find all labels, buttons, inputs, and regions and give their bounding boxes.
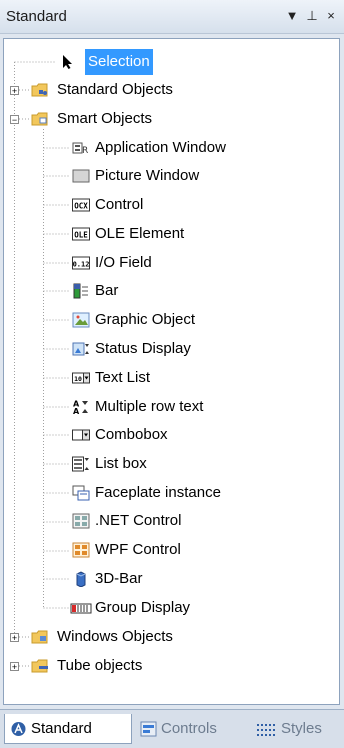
tree-node-label: 3D-Bar — [95, 570, 143, 587]
tree-node-windows-objects[interactable]: + Windows Objects — [4, 624, 334, 650]
tree-node-control[interactable]: OCX Control — [4, 192, 334, 218]
group-display-icon — [70, 603, 92, 614]
selection-arrow-icon — [63, 55, 72, 69]
svg-text:10: 10 — [74, 375, 82, 383]
tab-styles[interactable]: Styles — [252, 714, 342, 744]
tree-node-label: .NET Control — [95, 512, 182, 529]
tree-node-status-display[interactable]: Status Display — [4, 336, 334, 362]
svg-text:OLE: OLE — [74, 231, 88, 240]
tree-node-smart-objects[interactable]: − Smart Objects — [4, 106, 334, 132]
tab-label: Standard — [31, 720, 92, 737]
ole-element-icon: OLE — [72, 227, 90, 241]
tree-node-label: I/O Field — [95, 254, 152, 271]
close-button[interactable]: × — [322, 6, 340, 26]
toolbox-tab-strip: Standard Controls Styles — [0, 709, 344, 748]
tree-node-picture-window[interactable]: Picture Window — [4, 163, 334, 189]
windows-objects-folder-icon — [31, 630, 48, 644]
tree-node-io-field[interactable]: 0.12 I/O Field — [4, 250, 334, 276]
tree-node-net-control[interactable]: .NET Control — [4, 508, 334, 534]
tree-node-label: OLE Element — [95, 225, 185, 242]
tree-node-label: Combobox — [95, 426, 168, 443]
tree-node-label: Group Display — [95, 599, 191, 616]
expand-tube-objects-button[interactable]: + — [10, 662, 19, 672]
pin-button[interactable]: ⊥ — [303, 6, 321, 26]
tree-node-label: Picture Window — [95, 167, 200, 184]
tree-node-ole-element[interactable]: OLE OLE Element — [4, 221, 334, 247]
tree-node-standard-objects[interactable]: + Standard Objects — [4, 77, 334, 103]
smart-objects-folder-icon — [31, 112, 48, 126]
tree-node-tube-objects[interactable]: + Tube objects — [4, 653, 334, 679]
combobox-icon — [72, 429, 90, 441]
net-control-icon — [72, 513, 90, 529]
styles-tab-icon — [257, 724, 275, 736]
ocx-control-icon: OCX — [72, 198, 90, 212]
multiple-row-text-icon: A A — [73, 400, 88, 415]
tree-node-label: Windows Objects — [57, 628, 173, 645]
standard-objects-folder-icon — [31, 83, 48, 97]
tree-node-label: Faceplate instance — [95, 484, 221, 501]
tree-node-label: Selection — [85, 49, 153, 75]
tree-node-label: Control — [95, 196, 144, 213]
tree-node-label: Status Display — [95, 340, 191, 357]
tree-node-wpf-control[interactable]: WPF Control — [4, 537, 334, 563]
controls-tab-icon — [140, 721, 157, 737]
tree-node-graphic-object[interactable]: Graphic Object — [4, 307, 334, 333]
application-window-icon: R — [72, 142, 88, 156]
bar-icon — [73, 283, 88, 299]
tree-node-application-window[interactable]: R Application Window — [4, 135, 334, 161]
tab-label: Styles — [281, 720, 322, 737]
collapse-smart-objects-button[interactable]: − — [10, 115, 19, 125]
tube-objects-folder-icon — [31, 659, 48, 673]
svg-text:A: A — [73, 407, 80, 415]
picture-window-icon — [72, 169, 90, 183]
tab-standard[interactable]: Standard — [4, 714, 132, 744]
standard-tab-icon — [11, 722, 26, 736]
svg-text:OCX: OCX — [74, 202, 88, 211]
tree-node-list-box[interactable]: List box — [4, 451, 334, 477]
graphic-object-icon — [72, 312, 90, 328]
tree-node-text-list[interactable]: 10 Text List — [4, 365, 334, 391]
tree-node-label: Application Window — [95, 139, 226, 156]
expand-standard-objects-button[interactable]: + — [10, 86, 19, 96]
svg-text:R: R — [82, 146, 88, 156]
tree-node-3d-bar[interactable]: 3D-Bar — [4, 566, 334, 592]
object-tree-panel: Selection + Standard Objects − Smart Obj… — [3, 38, 340, 705]
3d-bar-icon — [76, 571, 86, 587]
expand-windows-objects-button[interactable]: + — [10, 633, 19, 643]
tree-node-bar[interactable]: Bar — [4, 278, 334, 304]
tree-node-label: Tube objects — [57, 657, 143, 674]
dropdown-menu-button[interactable]: ▼ — [283, 6, 301, 26]
panel-title: Standard — [6, 8, 67, 25]
tree-node-selection[interactable]: Selection — [4, 49, 334, 75]
text-list-icon: 10 — [72, 372, 90, 384]
faceplate-instance-icon — [72, 485, 90, 501]
tree-node-label: WPF Control — [95, 541, 181, 558]
tree-node-combobox[interactable]: Combobox — [4, 422, 334, 448]
io-field-icon: 0.12 — [72, 256, 90, 270]
tree-node-label: List box — [95, 455, 147, 472]
tree-node-label: Multiple row text — [95, 398, 204, 415]
svg-text:0.12: 0.12 — [73, 261, 90, 269]
tree-node-group-display[interactable]: Group Display — [4, 595, 334, 621]
tree-node-faceplate-instance[interactable]: Faceplate instance — [4, 480, 334, 506]
list-box-icon — [72, 456, 89, 472]
tree-node-label: Text List — [95, 369, 151, 386]
tree-node-label: Bar — [95, 282, 119, 299]
tree-node-label: Graphic Object — [95, 311, 196, 328]
tab-controls[interactable]: Controls — [136, 714, 248, 744]
tree-node-label: Smart Objects — [57, 110, 153, 127]
status-display-icon — [72, 342, 89, 356]
wpf-control-icon — [72, 542, 90, 558]
panel-titlebar: Standard ▼ ⊥ × — [0, 0, 344, 34]
tab-label: Controls — [161, 720, 217, 737]
tree-node-label: Standard Objects — [57, 81, 173, 98]
tree-node-multiple-row-text[interactable]: A A Multiple row text — [4, 394, 334, 420]
